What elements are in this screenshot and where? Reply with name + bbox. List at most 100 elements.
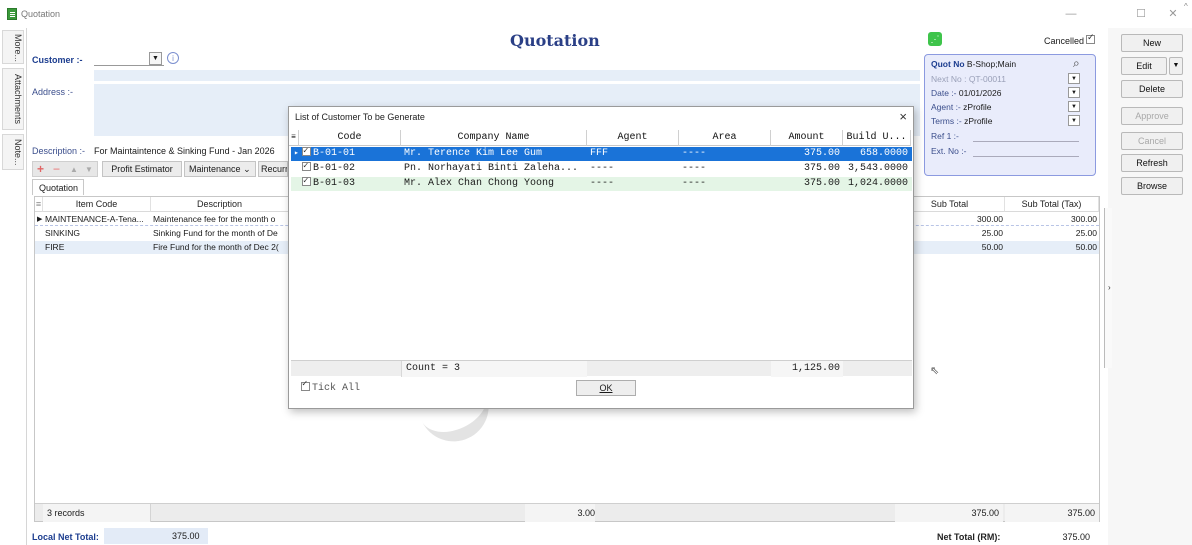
cell-amount[interactable]: 375.00: [771, 177, 843, 191]
expand-panel-icon[interactable]: ›: [1108, 283, 1111, 292]
cell-build-up[interactable]: 658.0000: [843, 147, 911, 161]
dialog-title: List of Customer To be Generate: [295, 112, 425, 122]
customer-name-field[interactable]: [94, 70, 920, 81]
tab-attachments[interactable]: Attachments: [2, 68, 24, 130]
share-icon[interactable]: ⋰: [928, 32, 942, 46]
cell-sub-total-tax[interactable]: 25.00: [1005, 227, 1097, 240]
dialog-close-icon[interactable]: ×: [899, 109, 907, 124]
header-sub-total-tax[interactable]: Sub Total (Tax): [1005, 197, 1099, 212]
table-row[interactable]: ▸ B-01-01 Mr. Terence Kim Lee Gum FFF --…: [291, 147, 912, 161]
tick-all-checkbox[interactable]: Tick All: [301, 379, 360, 394]
maximize-icon[interactable]: ☐: [1132, 5, 1150, 23]
move-down-icon[interactable]: ▼: [85, 165, 93, 174]
edit-dropdown-icon[interactable]: ▼: [1169, 57, 1183, 75]
terms-dropdown-icon[interactable]: ▼: [1068, 115, 1080, 126]
title-bar: Quotation — ☐ ✕ ^: [0, 0, 1192, 28]
cell-amount[interactable]: 375.00: [771, 147, 843, 161]
browse-button[interactable]: Browse: [1121, 177, 1183, 195]
records-count: 3 records: [43, 504, 151, 522]
cell-company[interactable]: Mr. Terence Kim Lee Gum: [401, 147, 587, 161]
agent-dropdown-icon[interactable]: ▼: [1068, 101, 1080, 112]
minimize-icon[interactable]: —: [1062, 5, 1080, 23]
right-toolbar: New Edit ▼ Delete Approve Cancel Refresh…: [1108, 28, 1192, 545]
header-agent[interactable]: Agent: [587, 130, 679, 146]
tab-more[interactable]: More...: [2, 30, 24, 64]
header-description[interactable]: Description: [151, 197, 289, 212]
grid-options-icon[interactable]: ≡: [35, 197, 43, 212]
cell-area[interactable]: ----: [679, 177, 771, 191]
column-options-icon[interactable]: ≡: [289, 130, 299, 146]
close-icon[interactable]: ✕: [1164, 5, 1182, 23]
date-dropdown-icon[interactable]: ▼: [1068, 87, 1080, 98]
header-amount[interactable]: Amount: [771, 130, 843, 146]
row-checkbox[interactable]: [302, 162, 311, 173]
maintenance-dropdown[interactable]: Maintenance ⌄: [184, 161, 256, 177]
ref-input[interactable]: [973, 141, 1079, 142]
add-row-icon[interactable]: +: [37, 162, 44, 176]
cell-item-code[interactable]: MAINTENANCE-A-Tena...: [45, 213, 151, 226]
cancel-button[interactable]: Cancel: [1121, 132, 1183, 150]
remove-row-icon[interactable]: −: [53, 162, 60, 176]
cell-agent[interactable]: ----: [587, 177, 679, 191]
cancelled-label: Cancelled: [1044, 36, 1085, 46]
table-row[interactable]: B-01-03 Mr. Alex Chan Chong Yoong ---- -…: [291, 177, 912, 191]
header-area[interactable]: Area: [679, 130, 771, 146]
cell-item-code[interactable]: SINKING: [45, 227, 151, 240]
cell-company[interactable]: Mr. Alex Chan Chong Yoong: [401, 177, 587, 191]
new-button[interactable]: New: [1121, 34, 1183, 52]
profit-estimator-button[interactable]: Profit Estimator: [102, 161, 182, 177]
cell-amount[interactable]: 375.00: [771, 162, 843, 176]
edit-button[interactable]: Edit: [1121, 57, 1167, 75]
info-icon[interactable]: i: [167, 52, 179, 64]
cell-agent[interactable]: FFF: [587, 147, 679, 161]
header-item-code[interactable]: Item Code: [43, 197, 151, 212]
cell-area[interactable]: ----: [679, 147, 771, 161]
next-no-dropdown-icon[interactable]: ▼: [1068, 73, 1080, 84]
cell-sub-total-tax[interactable]: 300.00: [1005, 213, 1097, 226]
cell-description[interactable]: Maintenance fee for the month o: [153, 213, 289, 226]
date-value[interactable]: 01/01/2026: [959, 88, 1002, 98]
cell-company[interactable]: Pn. Norhayati Binti Zaleha...: [401, 162, 587, 176]
refresh-button[interactable]: Refresh: [1121, 154, 1183, 172]
cell-description[interactable]: Sinking Fund for the month of De: [153, 227, 289, 240]
tab-note[interactable]: Note...: [2, 134, 24, 170]
cell-code[interactable]: B-01-01: [299, 147, 401, 161]
ext-no-input[interactable]: [973, 156, 1079, 157]
cell-code[interactable]: B-01-02: [299, 162, 401, 176]
cell-description[interactable]: Fire Fund for the month of Dec 2(: [153, 241, 289, 254]
row-checkbox[interactable]: [302, 177, 311, 188]
terms-label: Terms :-: [931, 116, 962, 126]
row-pointer-icon: ▶: [37, 216, 43, 223]
cancelled-checkbox[interactable]: [1086, 32, 1097, 45]
delete-button[interactable]: Delete: [1121, 80, 1183, 98]
next-no-label: Next No :: [931, 74, 967, 84]
qty-total: 3.00: [525, 504, 595, 522]
agent-value[interactable]: zProfile: [963, 102, 991, 112]
cell-agent[interactable]: ----: [587, 162, 679, 176]
description-field[interactable]: For Maintaintence & Sinking Fund - Jan 2…: [94, 146, 275, 156]
approve-button[interactable]: Approve: [1121, 107, 1183, 125]
header-code[interactable]: Code: [299, 130, 401, 146]
header-company-name[interactable]: Company Name: [401, 130, 587, 146]
recurring-button[interactable]: Recurri: [258, 161, 288, 177]
cell-build-up[interactable]: 3,543.0000: [843, 162, 911, 176]
ok-button[interactable]: OK: [576, 380, 636, 396]
header-build-up[interactable]: Build U...: [843, 130, 911, 146]
search-icon[interactable]: ⌕: [1073, 56, 1080, 71]
cell-sub-total-tax[interactable]: 50.00: [1005, 241, 1097, 254]
terms-value[interactable]: zProfile: [964, 116, 992, 126]
cell-build-up[interactable]: 1,024.0000: [843, 177, 911, 191]
chevron-up-icon[interactable]: ^: [1184, 2, 1188, 11]
table-row[interactable]: B-01-02 Pn. Norhayati Binti Zaleha... --…: [291, 162, 912, 176]
customer-dropdown-icon[interactable]: ▼: [149, 52, 162, 65]
tab-quotation[interactable]: Quotation: [32, 179, 84, 195]
row-checkbox[interactable]: [302, 147, 311, 158]
quote-panel: Quot No B-Shop;Main ⌕ Next No : QT-00011…: [924, 54, 1096, 176]
cell-area[interactable]: ----: [679, 162, 771, 176]
cell-code[interactable]: B-01-03: [299, 177, 401, 191]
move-up-icon[interactable]: ▲: [70, 165, 78, 174]
sub-total-footer: 375.00: [895, 504, 1003, 522]
quot-no-value[interactable]: B-Shop;Main: [967, 59, 1016, 69]
customer-list-dialog: List of Customer To be Generate × ≡ Code…: [288, 106, 914, 409]
cell-item-code[interactable]: FIRE: [45, 241, 151, 254]
